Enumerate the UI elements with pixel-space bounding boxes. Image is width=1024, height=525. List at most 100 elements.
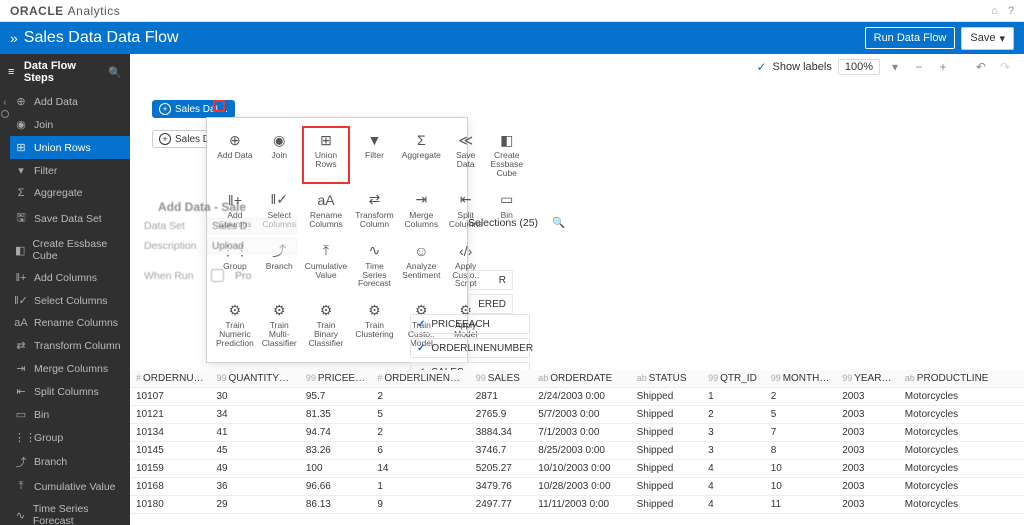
sidebar-item-select-columns[interactable]: ‖✓Select Columns [10, 289, 130, 312]
zoom-dropdown-icon[interactable]: ▾ [886, 58, 904, 76]
table-row[interactable]: 101073095.7228712/24/2003 0:00Shipped122… [130, 388, 1024, 406]
sidebar-item-branch[interactable]: ⤴Branch [10, 449, 130, 475]
step-option-aggregate[interactable]: ΣAggregate [399, 126, 444, 184]
sidebar-item-filter[interactable]: ▾Filter [10, 159, 130, 182]
help-icon[interactable]: ? [1008, 5, 1014, 17]
sidebar-item-join[interactable]: ◉Join [10, 113, 130, 136]
show-labels-label[interactable]: Show labels [773, 61, 832, 73]
column-header[interactable]: 99MONTH_ID [765, 370, 837, 388]
undo-button[interactable]: ↶ [972, 58, 990, 76]
column-chip[interactable]: ✓ORDERLINENUMBER [410, 338, 530, 358]
flow-dot[interactable] [1, 110, 9, 118]
column-header[interactable]: 99QTR_ID [702, 370, 765, 388]
step-option-time-series-forecast[interactable]: ∿Time Series Forecast [352, 237, 396, 295]
dataset-field[interactable] [207, 218, 297, 234]
when-run-checkbox[interactable] [211, 269, 224, 282]
sidebar-item-label: Join [34, 119, 53, 131]
step-option-add-data[interactable]: ⊕Add Data [213, 126, 257, 184]
step-option-train-binary-classifier[interactable]: ⚙Train Binary Classifier [302, 296, 351, 354]
show-labels-check-icon[interactable]: ✓ [756, 60, 766, 74]
sidebar-item-label: Add Data [34, 96, 78, 108]
sidebar-item-group[interactable]: ⋮⋮Group [10, 426, 130, 449]
sidebar-item-split-columns[interactable]: ⇤Split Columns [10, 380, 130, 403]
sidebar-item-aggregate[interactable]: ΣAggregate [10, 182, 130, 204]
step-icon: ⚙ [273, 302, 286, 318]
step-icon: ◧ [500, 132, 513, 148]
sidebar-search-icon[interactable]: 🔍 [108, 66, 122, 79]
save-button[interactable]: Save▾ [961, 27, 1014, 50]
type-badge: 99 [708, 373, 718, 383]
cell: 10/10/2003 0:00 [532, 460, 630, 478]
search-icon[interactable]: 🔍 [552, 216, 565, 229]
column-header[interactable]: #ORDERNUMBER [130, 370, 210, 388]
sidebar-item-time-series-forecast[interactable]: ∿Time Series Forecast [10, 498, 130, 525]
table-row[interactable]: 101802986.1392497.7711/11/2003 0:00Shipp… [130, 496, 1024, 514]
column-header[interactable]: #ORDERLINENUMBER [371, 370, 469, 388]
column-header[interactable]: abSTATUS [631, 370, 703, 388]
zoom-out-button[interactable]: − [910, 58, 928, 76]
home-icon[interactable]: ⌂ [991, 5, 998, 17]
sidebar-item-cumulative-value[interactable]: ⤒Cumulative Value [10, 475, 130, 498]
plus-icon: + [159, 103, 171, 115]
column-header[interactable]: 99PRICEEACH [300, 370, 372, 388]
step-icon: ⊞ [320, 132, 332, 148]
column-header[interactable]: abORDERDATE [532, 370, 630, 388]
step-option-merge-columns[interactable]: ⇥Merge Columns [399, 186, 444, 235]
sidebar-item-save-data-set[interactable]: 🖫Save Data Set [10, 204, 130, 233]
table-row[interactable]: 101683696.6613479.7610/28/2003 0:00Shipp… [130, 478, 1024, 496]
sidebar-item-union-rows[interactable]: ⊞Union Rows [10, 136, 130, 159]
cell: Motorcycles [899, 496, 1024, 514]
step-option-save-data[interactable]: ≪Save Data [446, 126, 486, 184]
step-option-analyze-sentiment[interactable]: ☺Analyze Sentiment [399, 237, 444, 295]
step-icon: ⇥ [14, 362, 28, 375]
cell: 96.66 [300, 478, 372, 496]
table-row[interactable]: 101213481.3552765.95/7/2003 0:00Shipped2… [130, 406, 1024, 424]
column-header[interactable]: 99SALES [470, 370, 533, 388]
steps-icon: ≡ [8, 66, 18, 78]
cell: Shipped [631, 388, 703, 406]
zoom-in-button[interactable]: + [934, 58, 952, 76]
cell: 2003 [836, 388, 899, 406]
table-row[interactable]: 101344194.7423884.347/1/2003 0:00Shipped… [130, 424, 1024, 442]
sidebar-item-rename-columns[interactable]: aARename Columns [10, 312, 130, 334]
column-chip[interactable]: ✓PRICEEACH [410, 314, 530, 334]
cell: Shipped [631, 460, 703, 478]
step-option-filter[interactable]: ▼Filter [352, 126, 396, 184]
cell: Motorcycles [899, 406, 1024, 424]
sidebar-item-transform-column[interactable]: ⇄Transform Column [10, 334, 130, 357]
add-step-port[interactable]: ● [213, 100, 225, 112]
column-header[interactable]: 99YEAR_ID [836, 370, 899, 388]
type-badge: # [136, 373, 141, 383]
collapse-icon[interactable]: ‹ [3, 96, 7, 108]
sidebar-item-add-columns[interactable]: ‖+Add Columns [10, 267, 130, 289]
chip-partial[interactable]: R [468, 270, 513, 290]
step-label: Cumulative Value [305, 262, 348, 280]
step-option-join[interactable]: ◉Join [259, 126, 300, 184]
sidebar-item-merge-columns[interactable]: ⇥Merge Columns [10, 357, 130, 380]
back-icon[interactable]: » [10, 31, 18, 45]
redo-button[interactable]: ↷ [996, 58, 1014, 76]
table-row[interactable]: 1015949100145205.2710/10/2003 0:00Shippe… [130, 460, 1024, 478]
cell: 2003 [836, 460, 899, 478]
step-icon: ‖✓ [14, 294, 28, 307]
sidebar-item-label: Create Essbase Cube [32, 238, 124, 262]
sidebar-title: Data Flow Steps [24, 60, 108, 84]
step-option-union-rows[interactable]: ⊞Union Rows [302, 126, 351, 184]
column-header[interactable]: 99QUANTITYORDERED [210, 370, 299, 388]
column-header[interactable]: abPRODUCTLINE [899, 370, 1024, 388]
step-option-transform-column[interactable]: ⇄Transform Column [352, 186, 396, 235]
cell: Shipped [631, 496, 703, 514]
step-option-create-essbase-cube[interactable]: ◧Create Essbase Cube [487, 126, 526, 184]
step-option-train-numeric-prediction[interactable]: ⚙Train Numeric Prediction [213, 296, 257, 354]
table-row[interactable]: 101454583.2663746.78/25/2003 0:00Shipped… [130, 442, 1024, 460]
cell: 2 [765, 388, 837, 406]
description-field[interactable] [207, 238, 297, 254]
sidebar-item-bin[interactable]: ▭Bin [10, 403, 130, 426]
run-data-flow-button[interactable]: Run Data Flow [865, 27, 956, 49]
sidebar-item-add-data[interactable]: ⊕Add Data [10, 90, 130, 113]
cell: 14 [371, 460, 469, 478]
step-option-train-clustering[interactable]: ⚙Train Clustering [352, 296, 396, 354]
zoom-level[interactable]: 100% [838, 59, 880, 75]
step-option-train-multi-classifier[interactable]: ⚙Train Multi-Classifier [259, 296, 300, 354]
sidebar-item-create-essbase-cube[interactable]: ◧Create Essbase Cube [10, 233, 130, 267]
